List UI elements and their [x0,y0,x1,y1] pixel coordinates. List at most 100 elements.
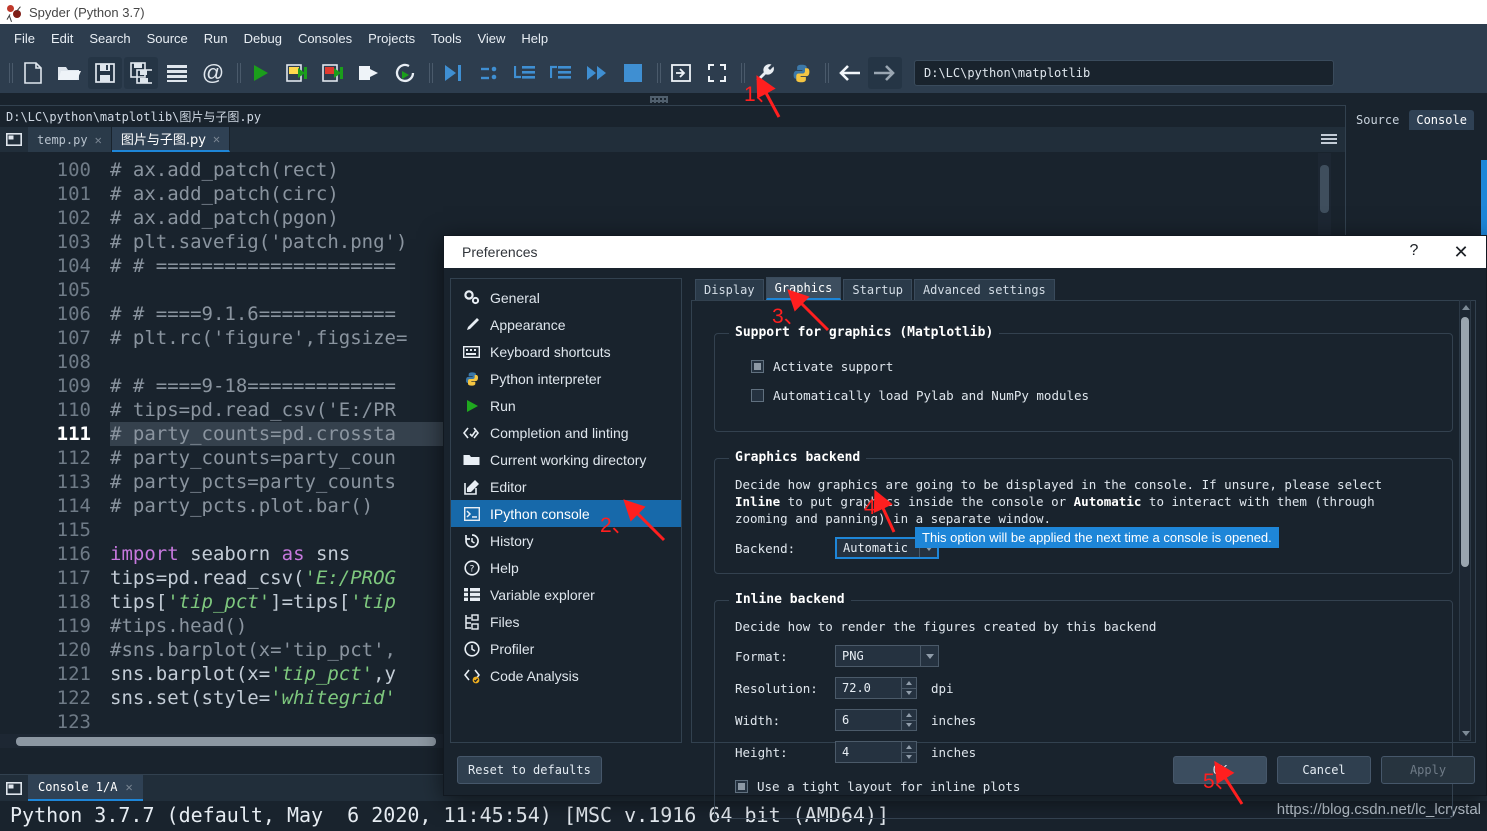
debug-step-into-button[interactable] [508,57,542,89]
close-icon[interactable]: ✕ [1450,241,1472,263]
spinner-down-icon[interactable] [902,689,916,699]
sidebar-item-current-working-directory[interactable]: Current working directory [451,446,681,473]
format-combo[interactable]: PNG [835,645,939,667]
preferences-sidebar[interactable]: General Appearance Keyboard shortcuts Pytho… [450,278,682,743]
format-row: Format: PNG [735,645,1432,667]
working-directory-input[interactable]: D:\LC\python\matplotlib [914,60,1334,86]
menu-view[interactable]: View [469,28,513,49]
debug-step-return-button[interactable] [544,57,578,89]
menu-help[interactable]: Help [513,28,556,49]
menu-tools[interactable]: Tools [423,28,469,49]
scrollbar-thumb[interactable] [1461,317,1469,567]
tab-source[interactable]: Source [1356,113,1399,127]
sidebar-item-help[interactable]: ? Help [451,554,681,581]
menu-projects[interactable]: Projects [360,28,423,49]
debug-step-over-button[interactable] [472,57,506,89]
sidebar-item-keyboard-shortcuts[interactable]: Keyboard shortcuts [451,338,681,365]
tab-display[interactable]: Display [695,279,764,300]
checkbox-icon[interactable] [751,389,764,402]
menu-edit[interactable]: Edit [43,28,81,49]
question-mark-icon[interactable]: ? [1404,242,1424,260]
find-symbol-button[interactable]: @ [196,57,230,89]
auto-load-pylab-checkbox[interactable]: Automatically load Pylab and NumPy modul… [751,388,1432,403]
toolbar-drag-handle[interactable] [650,96,668,103]
run-cell-button[interactable] [280,57,314,89]
chevron-down-icon[interactable] [920,646,938,666]
close-icon[interactable]: ✕ [95,133,102,147]
sidebar-item-editor[interactable]: Editor [451,473,681,500]
code-line[interactable]: # ax.add_patch(circ) [110,182,1345,206]
ok-button[interactable]: OK [1173,756,1267,784]
pythonpath-manager-button[interactable] [784,57,818,89]
open-file-button[interactable] [52,57,86,89]
resolution-spinbox[interactable]: 72.0 [835,677,917,699]
menu-source[interactable]: Source [139,28,196,49]
backend-label: Backend: [735,540,796,556]
cancel-button[interactable]: Cancel [1277,756,1371,784]
spinner-down-icon[interactable] [902,721,916,731]
debug-step-return-icon [550,65,571,79]
fullscreen-button[interactable] [700,57,734,89]
reset-to-defaults-button[interactable]: Reset to defaults [457,756,602,784]
code-line[interactable]: # ax.add_patch(pgon) [110,206,1345,230]
menu-run[interactable]: Run [196,28,236,49]
debug-stop-button[interactable] [616,57,650,89]
close-icon[interactable]: ✕ [213,132,220,146]
sidebar-item-completion-and-linting[interactable]: Completion and linting [451,419,681,446]
tab-advanced-settings[interactable]: Advanced settings [913,279,1055,300]
code-line[interactable]: # ax.add_patch(rect) [110,158,1345,182]
forward-button[interactable] [868,57,902,89]
sidebar-item-files[interactable]: Files [451,608,681,635]
editor-tab-active[interactable]: 图片与子图.py ✕ [111,127,231,152]
console-tab-1a[interactable]: Console 1/A ✕ [28,775,143,801]
scrollbar-thumb[interactable] [16,736,436,746]
close-icon[interactable]: ✕ [125,780,132,794]
checkbox-icon[interactable] [751,360,764,373]
menu-search[interactable]: Search [81,28,138,49]
activate-support-checkbox[interactable]: Activate support [751,359,1432,374]
menu-debug[interactable]: Debug [236,28,290,49]
sidebar-item-history[interactable]: History [451,527,681,554]
preferences-vertical-scrollbar[interactable] [1459,300,1471,741]
spinner-up-icon[interactable] [902,678,916,689]
run-file-button[interactable] [244,57,278,89]
sidebar-item-profiler[interactable]: Profiler [451,635,681,662]
browse-tabs-button[interactable] [0,127,28,152]
file-switcher-button[interactable] [160,57,194,89]
maximize-pane-button[interactable] [664,57,698,89]
sidebar-item-code-analysis[interactable]: Code Analysis [451,662,681,689]
debug-continue-button[interactable] [580,57,614,89]
debug-file-button[interactable] [436,57,470,89]
re-run-cell-button[interactable] [388,57,422,89]
preferences-button[interactable] [748,57,782,89]
tab-graphics[interactable]: Graphics [765,277,842,300]
save-all-button[interactable] [124,57,158,89]
tab-startup[interactable]: Startup [843,279,912,300]
spinner-buttons[interactable] [901,678,916,698]
sidebar-item-variable-explorer[interactable]: Variable explorer [451,581,681,608]
sidebar-item-appearance[interactable]: Appearance [451,311,681,338]
back-button[interactable] [832,57,866,89]
sidebar-item-general[interactable]: General [451,284,681,311]
new-file-button[interactable] [16,57,50,89]
width-spinbox[interactable]: 6 [835,709,917,731]
run-cell-advance-button[interactable] [316,57,350,89]
scroll-down-arrow-icon[interactable] [1462,731,1470,736]
scrollbar-thumb[interactable] [1320,165,1329,213]
browse-console-tabs-button[interactable] [0,775,28,801]
spinner-up-icon[interactable] [902,710,916,721]
run-selection-button[interactable] [352,57,386,89]
menu-file[interactable]: File [6,28,43,49]
editor-options-menu-icon[interactable] [1321,131,1337,147]
sidebar-item-ipython-console[interactable]: IPython console [451,500,681,527]
tab-console[interactable]: Console [1409,110,1474,130]
editor-tab-temp[interactable]: temp.py ✕ [28,127,112,152]
scroll-up-arrow-icon[interactable] [1462,305,1470,310]
sidebar-item-run[interactable]: Run [451,392,681,419]
spinner-buttons[interactable] [901,710,916,730]
spinner-up-icon[interactable] [902,742,916,753]
menu-consoles[interactable]: Consoles [290,28,360,49]
apply-button: Apply [1381,756,1475,784]
save-file-button[interactable] [88,57,122,89]
sidebar-item-python-interpreter[interactable]: Python interpreter [451,365,681,392]
